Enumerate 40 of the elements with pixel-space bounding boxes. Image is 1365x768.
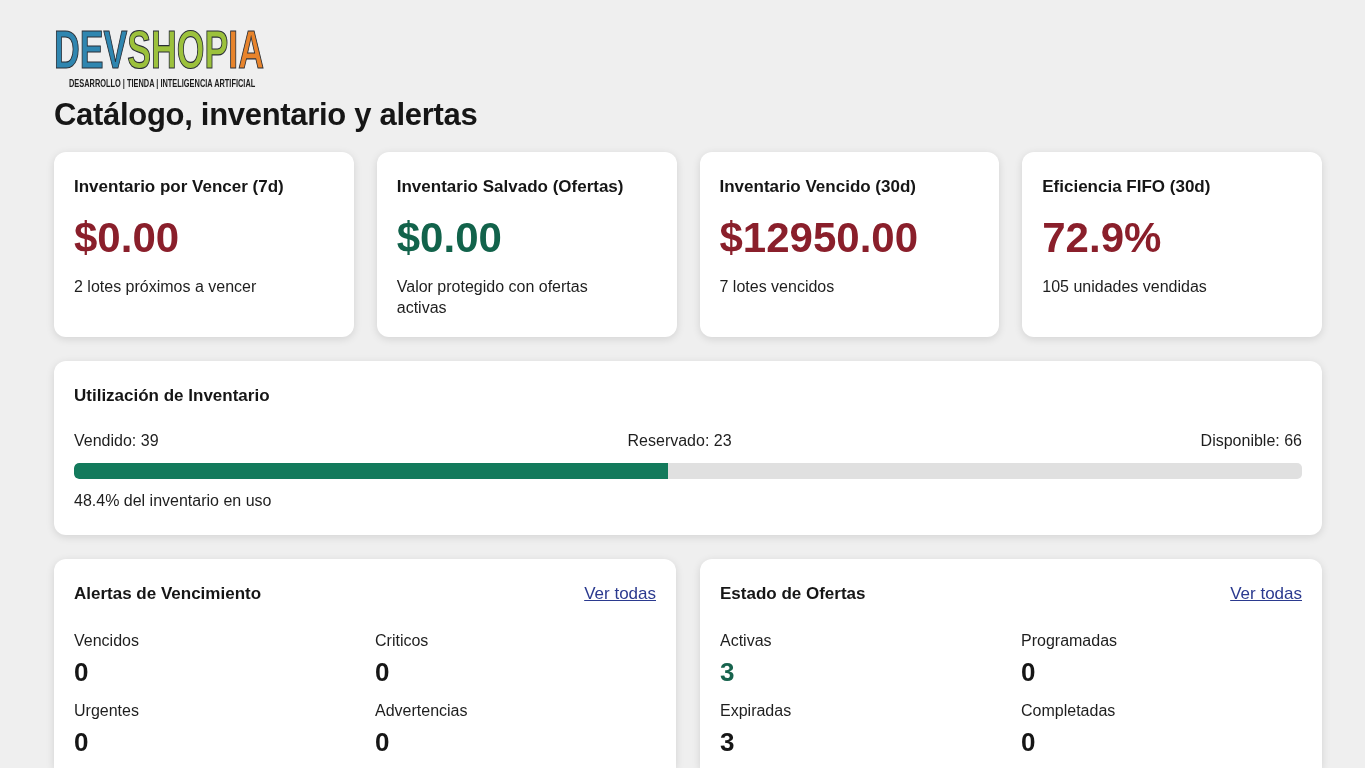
stat-label: Criticos bbox=[375, 631, 429, 651]
stat-value: 0 bbox=[375, 657, 390, 687]
utilization-caption: 48.4% del inventario en uso bbox=[74, 491, 272, 511]
kpi-value: $0.00 bbox=[74, 213, 180, 263]
panel-title: Alertas de Vencimiento bbox=[74, 583, 262, 605]
kpi-value: 72.9% bbox=[1042, 213, 1162, 263]
kpi-value: $0.00 bbox=[396, 213, 502, 263]
stat-value: 3 bbox=[720, 727, 735, 757]
stat-value: 0 bbox=[74, 657, 89, 687]
kpi-caption: 105 unidades vendidas bbox=[1042, 277, 1207, 297]
utilization-label: Reservado: 23 bbox=[627, 431, 732, 451]
stat-value: 3 bbox=[720, 657, 735, 687]
view-all-link[interactable]: Ver todas bbox=[1230, 583, 1302, 605]
kpi-caption: 7 lotes vencidos bbox=[719, 277, 835, 297]
kpi-title: Inventario por Vencer (7d) bbox=[74, 176, 284, 198]
page-title: Catálogo, inventario y alertas bbox=[54, 96, 478, 134]
utilization-label: Disponible: 66 bbox=[1200, 431, 1302, 451]
stat-label: Programadas bbox=[1021, 631, 1118, 651]
stat-label: Advertencias bbox=[375, 701, 468, 721]
kpi-title: Eficiencia FIFO (30d) bbox=[1042, 176, 1211, 198]
stat-label: Vencidos bbox=[74, 631, 139, 651]
utilization-label: Vendido: 39 bbox=[74, 431, 159, 451]
kpi-title: Inventario Vencido (30d) bbox=[719, 176, 916, 198]
stat-label: Urgentes bbox=[74, 701, 139, 721]
stat-value: 0 bbox=[375, 727, 390, 757]
panel-title: Estado de Ofertas bbox=[720, 583, 866, 605]
stat-label: Expiradas bbox=[720, 701, 792, 721]
logo-wordmark: DEVSHOPIA bbox=[54, 26, 264, 72]
view-all-link[interactable]: Ver todas bbox=[584, 583, 656, 605]
card-title: Utilización de Inventario bbox=[74, 385, 271, 407]
kpi-caption: Valor protegido con ofertas activas bbox=[396, 277, 589, 318]
stat-value: 0 bbox=[74, 727, 89, 757]
kpi-title: Inventario Salvado (Ofertas) bbox=[396, 176, 624, 198]
logo-tagline: DESARROLLO | TIENDA | INTELIGENCIA ARTIFICIAL bbox=[69, 78, 256, 90]
kpi-caption: 2 lotes próximos a vencer bbox=[74, 277, 257, 297]
stat-label: Completadas bbox=[1021, 701, 1116, 721]
stat-value: 0 bbox=[1021, 657, 1036, 687]
stat-label: Activas bbox=[720, 631, 772, 651]
kpi-value: $12950.00 bbox=[719, 213, 919, 263]
stat-value: 0 bbox=[1021, 727, 1036, 757]
